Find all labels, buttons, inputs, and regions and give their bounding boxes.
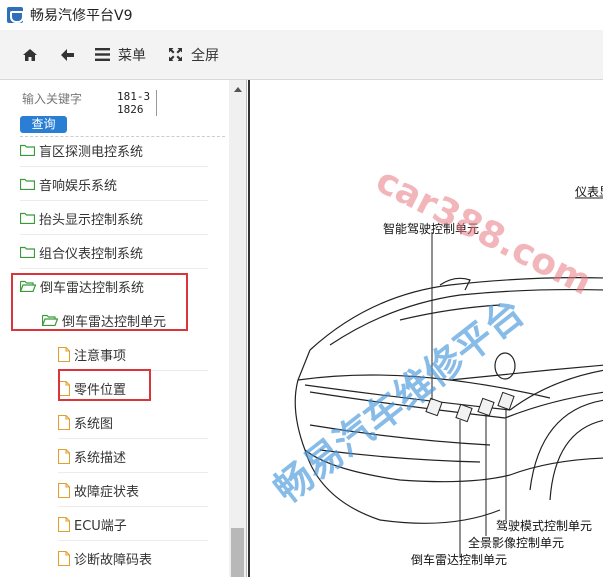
tree-item-label: 组合仪表控制系统 xyxy=(39,246,144,262)
divider xyxy=(20,136,225,137)
home-icon xyxy=(23,48,37,61)
highlight-box xyxy=(58,369,151,401)
tree-item-label: 系统图 xyxy=(74,416,114,432)
fullscreen-button[interactable]: 全屏 xyxy=(168,40,219,70)
separator xyxy=(58,540,208,541)
scroll-up-arrow-icon[interactable] xyxy=(229,82,246,96)
arrow-left-icon xyxy=(61,48,74,61)
diagram-label-radar: 倒车雷达控制单元 xyxy=(411,553,508,567)
tree-item-label: 音响娱乐系统 xyxy=(39,178,118,194)
diagram-label-instrument: 仪表显 xyxy=(575,185,603,199)
tree-item-instrument[interactable]: 组合仪表控制系统 xyxy=(20,242,143,262)
folder-icon xyxy=(20,212,35,224)
diagram-label-panorama: 全景影像控制单元 xyxy=(468,536,565,550)
tree-item-label: ECU端子 xyxy=(74,518,127,534)
tree-item-label: 抬头显示控制系统 xyxy=(39,212,144,228)
sidebar: 查询 181-31826 盲区探测电控系统 音响娱乐系统 抬头显示控制系统 组合… xyxy=(0,80,247,577)
separator xyxy=(20,166,208,167)
diagram-label-drive-mode: 驾驶模式控制单元 xyxy=(496,519,593,533)
scroll-thumb[interactable] xyxy=(231,528,244,577)
menu-button[interactable]: 菜单 xyxy=(95,40,146,70)
document-icon xyxy=(58,516,70,532)
fullscreen-label: 全屏 xyxy=(191,47,219,64)
content-viewer: 仪表显 智能驾驶控制单元 驾驶模式控制单元 全景影像控制单元 倒车雷达控制单元 … xyxy=(248,80,603,577)
separator xyxy=(58,506,208,507)
search-input[interactable] xyxy=(20,89,114,109)
folder-icon xyxy=(20,144,35,156)
document-icon xyxy=(58,550,70,566)
tree-item-system-diagram[interactable]: 系统图 xyxy=(58,412,113,432)
search-code: 181-31826 xyxy=(117,90,157,116)
hamburger-icon xyxy=(95,48,110,61)
separator xyxy=(20,234,208,235)
app-title: 畅易汽修平台V9 xyxy=(30,8,133,24)
tree-item-label: 注意事项 xyxy=(74,348,127,364)
folder-icon xyxy=(20,246,35,258)
home-button[interactable] xyxy=(22,40,38,70)
menu-label: 菜单 xyxy=(118,47,146,64)
document-icon xyxy=(58,482,70,498)
tree-item-label: 诊断故障码表 xyxy=(74,552,153,568)
document-icon xyxy=(58,346,70,362)
separator xyxy=(58,472,208,473)
tree-item-system-description[interactable]: 系统描述 xyxy=(58,446,126,466)
search-area: 查询 181-31826 xyxy=(20,89,210,133)
document-icon xyxy=(58,448,70,464)
tree-item-label: 系统描述 xyxy=(74,450,127,466)
expand-icon xyxy=(169,48,182,61)
back-button[interactable] xyxy=(60,40,75,70)
separator xyxy=(20,268,208,269)
separator xyxy=(58,438,208,439)
sidebar-scrollbar[interactable] xyxy=(229,80,246,577)
app-logo-icon xyxy=(7,7,24,23)
tree-item-audio[interactable]: 音响娱乐系统 xyxy=(20,174,117,194)
tree-item-ecu-terminals[interactable]: ECU端子 xyxy=(58,514,127,534)
tree-item-symptom-table[interactable]: 故障症状表 xyxy=(58,480,139,500)
tree-item-dtc-table[interactable]: 诊断故障码表 xyxy=(58,548,152,568)
folder-icon xyxy=(20,178,35,190)
document-icon xyxy=(58,414,70,430)
tree-item-notes[interactable]: 注意事项 xyxy=(58,344,126,364)
separator xyxy=(20,200,208,201)
tree-item-label: 盲区探测电控系统 xyxy=(39,144,144,160)
search-button[interactable]: 查询 xyxy=(20,116,67,133)
highlight-box xyxy=(11,273,188,331)
toolbar: 菜单 全屏 xyxy=(0,30,603,80)
tree-item-label: 故障症状表 xyxy=(74,484,140,500)
title-bar: 畅易汽修平台V9 xyxy=(0,0,603,30)
tree-item-hud[interactable]: 抬头显示控制系统 xyxy=(20,208,143,228)
tree-item-blind-spot[interactable]: 盲区探测电控系统 xyxy=(20,140,143,160)
